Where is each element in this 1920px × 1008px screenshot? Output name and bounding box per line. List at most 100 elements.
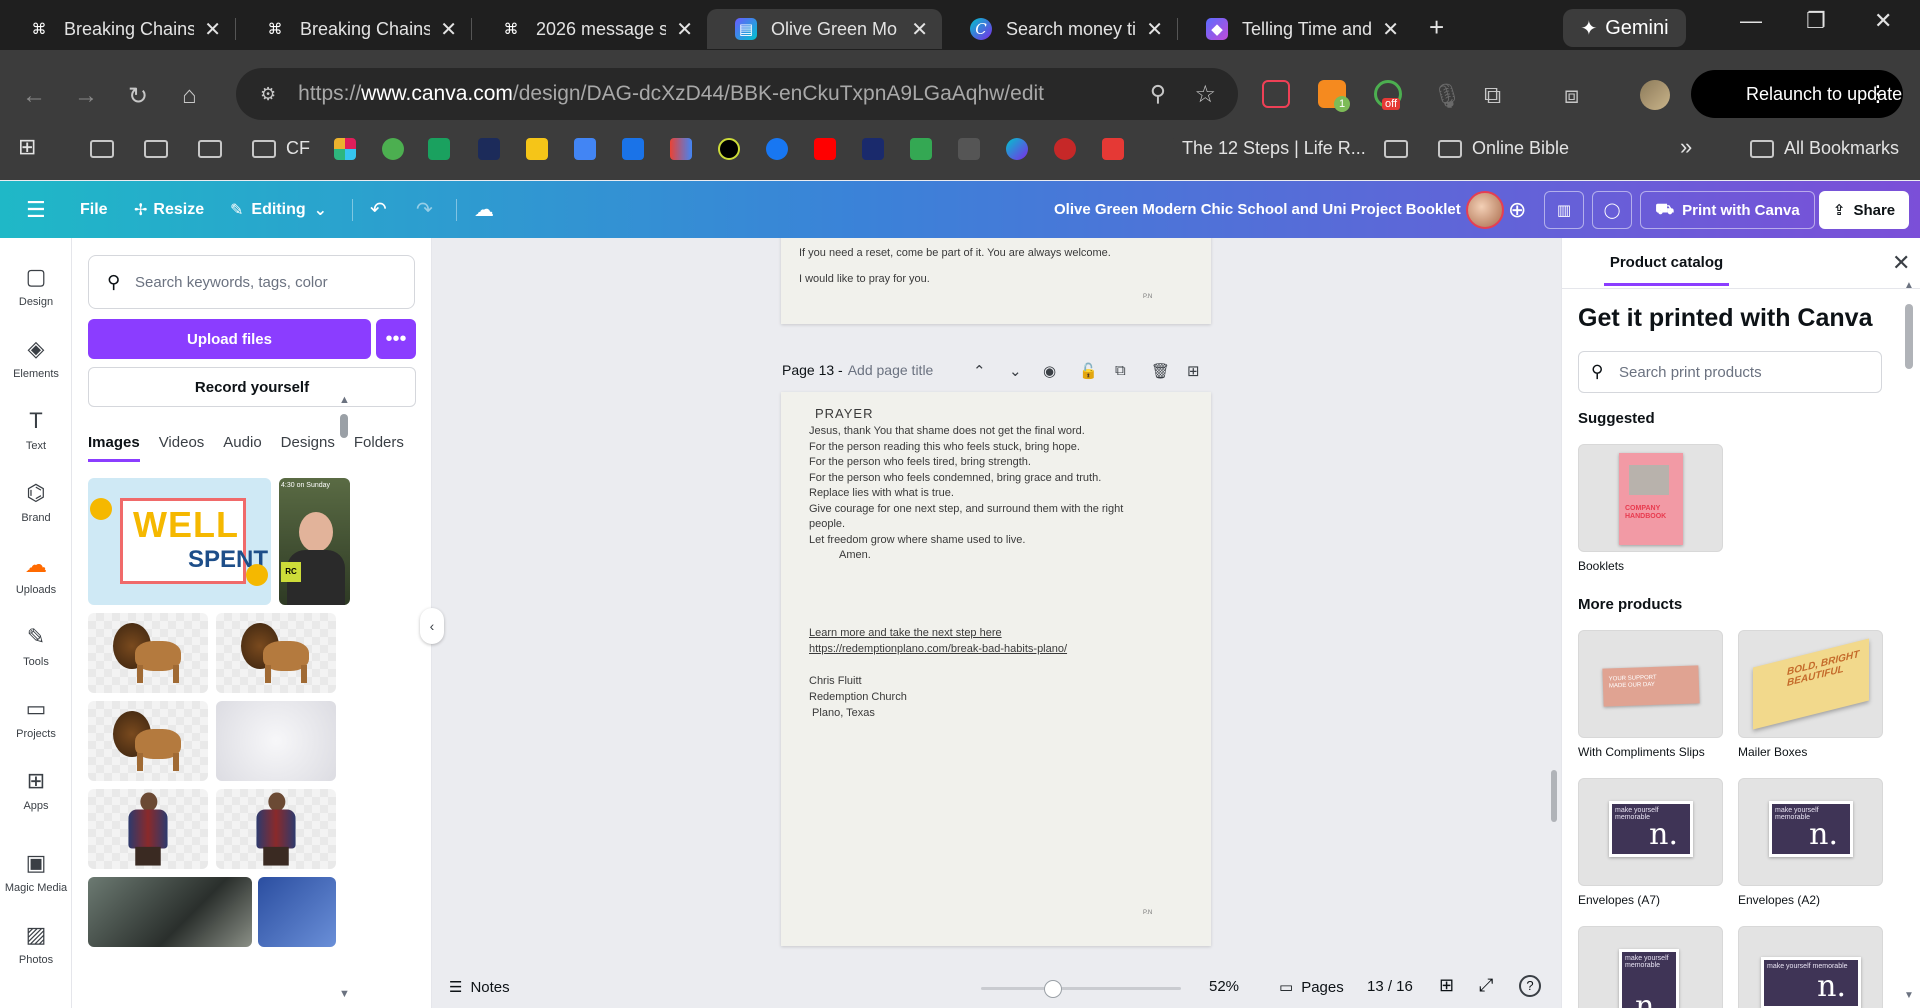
site-settings-icon[interactable]: ⚙ (260, 84, 276, 105)
folder-icon[interactable] (198, 140, 222, 158)
tab-designs[interactable]: Designs (281, 434, 335, 462)
close-icon[interactable]: ✕ (204, 17, 221, 42)
collapse-panel-button[interactable]: ‹ (420, 608, 444, 644)
tab-videos[interactable]: Videos (159, 434, 205, 462)
back-icon[interactable]: ← (22, 82, 46, 110)
minimize-icon[interactable]: — (1740, 8, 1762, 34)
bookmark-star-icon[interactable]: ☆ (1194, 80, 1216, 109)
learn-more-link[interactable]: Learn more and take the next step here (809, 626, 1002, 642)
gloo-icon[interactable] (382, 138, 404, 160)
address-bar[interactable]: ⚙ https://www.canva.com/design/DAG-dcXzD… (236, 68, 1238, 120)
browser-tab-5[interactable]: C Search money ti ✕ (942, 9, 1177, 49)
close-icon[interactable]: ✕ (1382, 17, 1399, 42)
upload-files-button[interactable]: Upload files (88, 319, 371, 359)
gemini-button[interactable]: ✦ Gemini (1563, 9, 1686, 47)
design-title[interactable]: Olive Green Modern Chic School and Uni P… (1054, 181, 1461, 238)
product-envelopes-a2[interactable]: make yourself memorable n. (1738, 778, 1883, 886)
dw-icon[interactable] (958, 138, 980, 160)
rail-text[interactable]: T Text (0, 408, 72, 452)
close-icon[interactable]: ✕ (1146, 17, 1163, 42)
pages-button[interactable]: ▭ Pages (1279, 978, 1344, 996)
bookmark-icon[interactable] (1054, 138, 1076, 160)
bookmark-cf[interactable]: CF (286, 138, 310, 159)
restore-icon[interactable]: ❐ (1806, 8, 1826, 34)
page-title-input[interactable]: Add page title (848, 362, 934, 378)
well-spent-image[interactable]: WELL SPENT (88, 478, 271, 605)
analytics-icon[interactable]: ▥ (1544, 191, 1584, 229)
add-collaborator-icon[interactable]: ⊕ (1508, 181, 1526, 238)
bookmark-icon[interactable] (1154, 138, 1176, 160)
page-12[interactable]: If you need a reset, come be part of it.… (781, 238, 1211, 324)
extensions-puzzle-icon[interactable]: ⧉ (1484, 82, 1501, 110)
close-icon[interactable]: ✕ (911, 17, 928, 42)
search-input[interactable]: ⚲ Search keywords, tags, color (88, 255, 415, 309)
page-count[interactable]: 13 / 16 (1367, 978, 1413, 995)
lion-image[interactable] (216, 613, 336, 693)
resize-button[interactable]: ✢ Resize (134, 181, 204, 238)
gradient-image[interactable] (216, 701, 336, 781)
envelopes-a2-label[interactable]: Envelopes (A2) (1738, 893, 1820, 907)
close-icon[interactable]: ✕ (1892, 250, 1910, 276)
redo-icon[interactable]: ↷ (416, 181, 433, 238)
slack-icon[interactable] (334, 138, 356, 160)
folder-icon[interactable] (90, 140, 114, 158)
rail-apps[interactable]: ⊞ Apps (0, 768, 72, 812)
print-products-search[interactable]: ⚲ Search print products (1578, 351, 1882, 393)
share-button[interactable]: ⇪ Share (1819, 191, 1909, 229)
trash-icon[interactable]: 🗑 (1151, 362, 1170, 380)
duplicate-icon[interactable]: ⧉ (1115, 362, 1126, 379)
scroll-down-icon[interactable]: ▼ (1904, 990, 1914, 1001)
more-options-button[interactable]: ••• (376, 319, 416, 359)
browser-tab-6[interactable]: ◆ Telling Time and ✕ (1178, 9, 1413, 49)
zoom-level[interactable]: 52% (1209, 978, 1239, 995)
browser-tab-2[interactable]: ⌘ Breaking Chains ✕ (236, 9, 471, 49)
product-booklets[interactable]: COMPANY HANDBOOK (1578, 444, 1723, 552)
collaborator-avatar[interactable] (1466, 191, 1504, 229)
redemption-url-link[interactable]: https://redemptionplano.com/break-bad-ha… (809, 642, 1067, 658)
menu-hamburger-icon[interactable]: ☰ (26, 181, 46, 238)
group-photo[interactable] (88, 877, 252, 947)
lock-icon[interactable]: 🔓 (1079, 362, 1098, 380)
print-with-canva-button[interactable]: ⛟ Print with Canva (1640, 191, 1815, 229)
page-13[interactable]: PRAYER Jesus, thank You that shame does … (781, 392, 1211, 946)
close-window-icon[interactable]: ✕ (1874, 8, 1892, 34)
rail-tools[interactable]: ✎ Tools (0, 624, 72, 668)
undo-icon[interactable]: ↶ (370, 181, 387, 238)
pocket-icon[interactable] (1262, 80, 1290, 108)
speaker-photo[interactable]: 4:30 on Sunday RC (279, 478, 350, 605)
keep-icon[interactable] (526, 138, 548, 160)
compliments-label[interactable]: With Compliments Slips (1578, 745, 1705, 759)
bookmarks-overflow-icon[interactable]: » (1680, 134, 1692, 160)
notes-button[interactable]: ☰ Notes (449, 978, 510, 996)
scroll-up-icon[interactable]: ▲ (339, 394, 350, 406)
rail-design[interactable]: ▢ Design (0, 264, 72, 308)
chevron-down-icon[interactable]: ⌄ (1009, 362, 1022, 380)
rc-icon[interactable] (718, 138, 740, 160)
zoom-slider[interactable] (981, 980, 1181, 998)
bookmark-icon[interactable] (478, 138, 500, 160)
url-text[interactable]: https://www.canva.com/design/DAG-dcXzD44… (298, 82, 1044, 106)
chevron-up-icon[interactable]: ⌃ (973, 362, 986, 380)
bookmark-online-bible[interactable]: Online Bible (1472, 138, 1569, 159)
rail-uploads[interactable]: ☁ Uploads (0, 552, 72, 596)
folder-icon[interactable] (1384, 140, 1408, 158)
bookmark-icon[interactable] (862, 138, 884, 160)
booklets-label[interactable]: Booklets (1578, 559, 1624, 573)
panel-scrollbar[interactable] (340, 414, 348, 438)
product-envelopes-a7[interactable]: make yourself memorable n. (1578, 778, 1723, 886)
close-icon[interactable]: ✕ (440, 17, 457, 42)
bookmark-12-steps[interactable]: The 12 Steps | Life R... (1182, 138, 1366, 159)
prayer-heading[interactable]: PRAYER (815, 406, 874, 422)
rail-projects[interactable]: ▭ Projects (0, 696, 72, 740)
new-tab-button[interactable]: + (1429, 12, 1444, 43)
calendar-icon[interactable] (622, 138, 644, 160)
tab-audio[interactable]: Audio (223, 434, 261, 462)
lion-image[interactable] (88, 613, 208, 693)
docs-icon[interactable] (574, 138, 596, 160)
gmail-icon[interactable] (670, 138, 692, 160)
scroll-down-icon[interactable]: ▼ (339, 988, 350, 1000)
forward-icon[interactable]: → (74, 82, 98, 110)
scroll-up-icon[interactable]: ▲ (1904, 280, 1914, 291)
facebook-icon[interactable] (766, 138, 788, 160)
hide-page-icon[interactable]: ◉ (1043, 362, 1056, 380)
